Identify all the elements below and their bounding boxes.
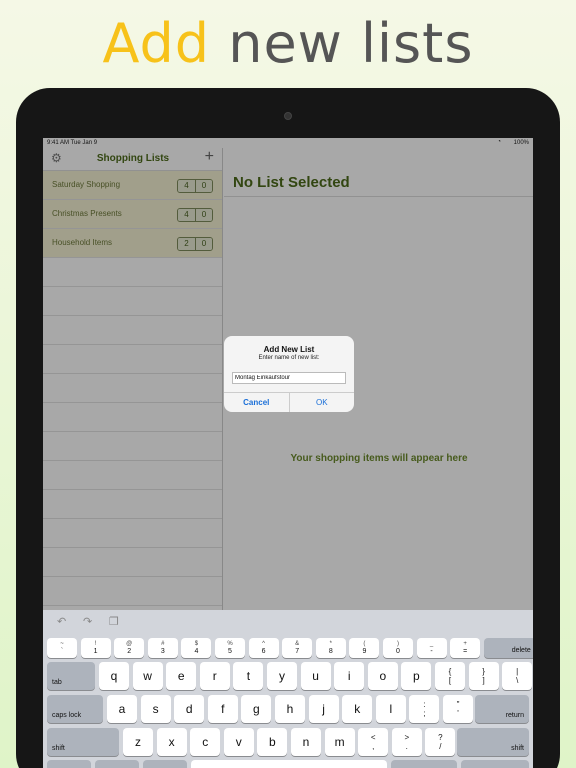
key-n[interactable]: n xyxy=(291,728,321,756)
dismiss-keyboard-key[interactable] xyxy=(461,760,529,768)
tab-key[interactable]: tab xyxy=(47,662,95,690)
key-e[interactable]: e xyxy=(166,662,197,690)
key-c[interactable]: c xyxy=(190,728,221,756)
list-name-input[interactable] xyxy=(232,372,346,384)
key-i[interactable]: i xyxy=(334,662,365,690)
key-pair[interactable]: | \ xyxy=(502,662,533,690)
headline-rest: new lists xyxy=(228,12,474,75)
key-f[interactable]: f xyxy=(207,695,238,723)
key-x[interactable]: x xyxy=(156,728,187,756)
key-pair[interactable]: ? / xyxy=(425,728,456,756)
headline-accent: Add xyxy=(102,12,211,75)
key-4[interactable]: $4 xyxy=(181,638,212,658)
key-pair[interactable]: >. xyxy=(391,728,422,756)
dialog-buttons: Cancel OK xyxy=(224,392,354,412)
key-w[interactable]: w xyxy=(132,662,163,690)
key-2[interactable]: @2 xyxy=(114,638,145,658)
key-g[interactable]: g xyxy=(241,695,272,723)
paste-icon[interactable]: ❐ xyxy=(109,615,119,628)
ok-button[interactable]: OK xyxy=(290,393,355,412)
key-v[interactable]: v xyxy=(223,728,254,756)
shift-left-key[interactable]: shift xyxy=(47,728,119,756)
undo-icon[interactable]: ↶ xyxy=(57,615,66,628)
key-h[interactable]: h xyxy=(275,695,305,723)
key-9[interactable]: (9 xyxy=(349,638,380,658)
key-j[interactable]: j xyxy=(308,695,339,723)
key-pair[interactable]: }] xyxy=(468,662,499,690)
key-r[interactable]: r xyxy=(199,662,230,690)
number-mode-key[interactable] xyxy=(95,760,139,768)
redo-icon[interactable]: ↷ xyxy=(83,615,92,628)
key-l[interactable]: l xyxy=(375,695,406,723)
key-p[interactable]: p xyxy=(401,662,432,690)
key-pair[interactable]: :; xyxy=(409,695,440,723)
key-=[interactable]: + = xyxy=(450,638,481,658)
key-t[interactable]: t xyxy=(233,662,264,690)
key-d[interactable]: d xyxy=(174,695,205,723)
key-6[interactable]: ^ 6 xyxy=(248,638,279,658)
key-q[interactable]: q xyxy=(99,662,129,690)
key-k[interactable]: k xyxy=(342,695,373,723)
dialog-title: Add New List xyxy=(263,345,315,354)
return-key[interactable]: return xyxy=(475,695,529,723)
number-mode-right-key[interactable] xyxy=(391,760,457,768)
key-8[interactable]: * 8 xyxy=(315,638,346,658)
emoji-key[interactable] xyxy=(143,760,187,768)
key-7[interactable]: & 7 xyxy=(282,638,313,658)
keyboard: ↶ ↷ ❐ ~ `! 1 @2 #3 $4% 5 ^ 6 & 7 * 8(9) 0 _ - + = delete ta… xyxy=(43,610,533,768)
key-b[interactable]: b xyxy=(257,728,288,756)
key-s[interactable]: s xyxy=(140,695,171,723)
shift-right-key[interactable]: shift xyxy=(457,728,529,756)
key-u[interactable]: u xyxy=(300,662,331,690)
key-z[interactable]: z xyxy=(123,728,153,756)
key-3[interactable]: #3 xyxy=(147,638,178,658)
key-5[interactable]: % 5 xyxy=(215,638,245,658)
key-m[interactable]: m xyxy=(324,728,355,756)
key-1[interactable]: ! 1 xyxy=(80,638,111,658)
key--[interactable]: _ - xyxy=(416,638,447,658)
caps-lock-key[interactable]: caps lock xyxy=(47,695,103,723)
headline: Add new lists xyxy=(0,12,576,75)
key-0[interactable]: ) 0 xyxy=(383,638,413,658)
cancel-button[interactable]: Cancel xyxy=(224,393,290,412)
key-pair[interactable]: <, xyxy=(358,728,389,756)
tablet-device: 9:41 AM Tue Jan 9 ◔ 100% ⚙ Shopping List… xyxy=(16,88,560,768)
dialog-message: Enter name of new list: xyxy=(258,355,320,361)
key-pair[interactable]: {[ xyxy=(435,662,465,690)
key-pair[interactable]: " ' xyxy=(443,695,473,723)
keyboard-toolbar: ↶ ↷ ❐ xyxy=(43,610,533,634)
add-list-dialog: Add New List Enter name of new list: Can… xyxy=(224,336,354,412)
key-y[interactable]: y xyxy=(267,662,297,690)
camera-icon xyxy=(284,112,292,120)
globe-key[interactable] xyxy=(47,760,91,768)
key-`[interactable]: ~ ` xyxy=(47,638,77,658)
key-o[interactable]: o xyxy=(367,662,398,690)
screen: 9:41 AM Tue Jan 9 ◔ 100% ⚙ Shopping List… xyxy=(43,138,533,768)
delete-key[interactable]: delete xyxy=(483,638,533,658)
key-a[interactable]: a xyxy=(107,695,137,723)
space-key[interactable] xyxy=(191,760,387,768)
